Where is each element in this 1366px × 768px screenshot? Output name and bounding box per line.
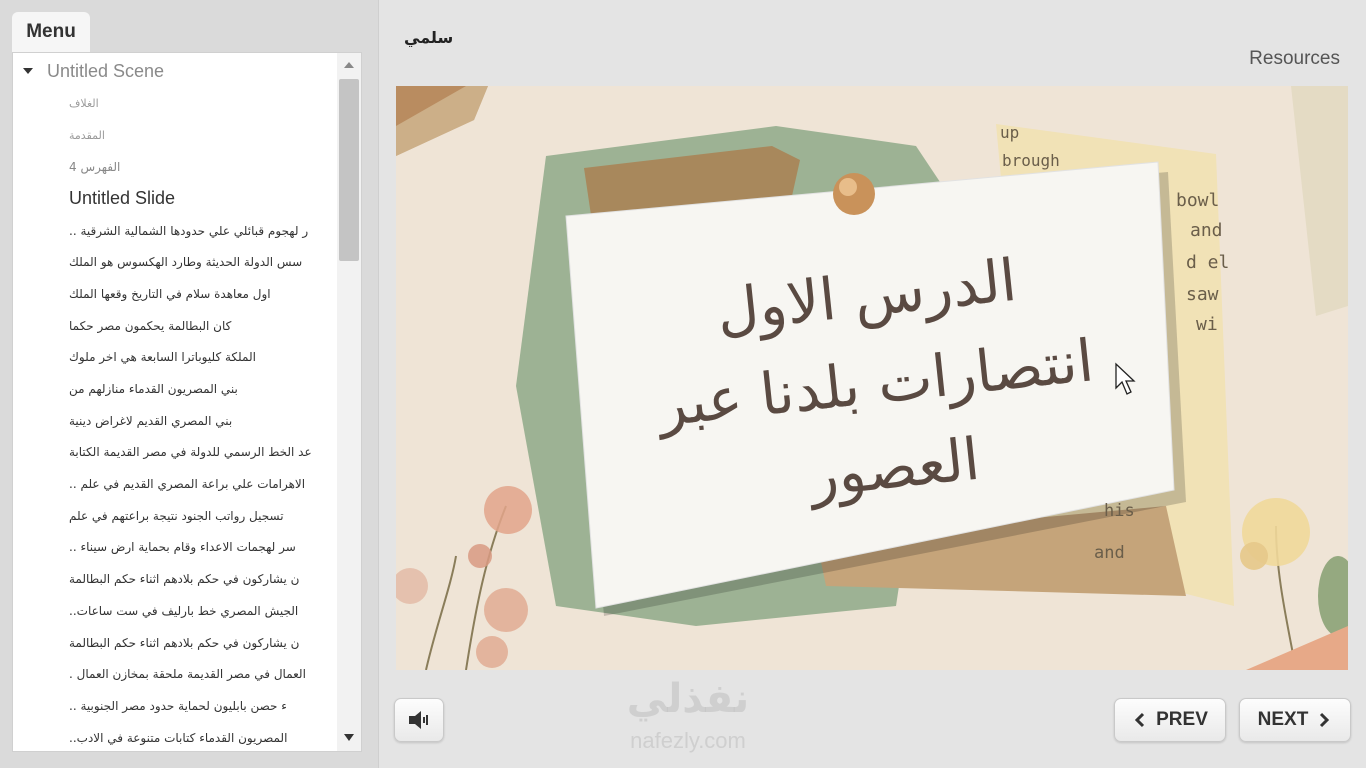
menu-scrollbar[interactable]	[337, 53, 361, 751]
slide-item[interactable]: . العمال في مصر القديمة ملحقة بمخازن الع…	[13, 658, 339, 690]
newsprint-word: brough	[1002, 151, 1060, 170]
scene-row[interactable]: Untitled Scene	[13, 59, 333, 83]
newsprint-word: and	[1094, 543, 1125, 563]
prev-button[interactable]: PREV	[1114, 698, 1226, 742]
slide-item[interactable]: .. ر لهجوم قبائلي علي حدودها الشمالية ال…	[13, 215, 339, 247]
pin-icon	[833, 173, 875, 215]
slide-item[interactable]: Untitled Slide	[13, 183, 339, 215]
newsprint-word: wi	[1196, 314, 1218, 335]
slide-item[interactable]: المقدمة	[13, 120, 339, 152]
slide-item[interactable]: بني المصري القديم لاغراض دينية	[13, 405, 339, 437]
next-label: NEXT	[1257, 709, 1309, 730]
next-button[interactable]: NEXT	[1239, 698, 1351, 742]
volume-button[interactable]	[394, 698, 444, 742]
slide-item[interactable]: .. الاهرامات علي براعة المصري القديم في …	[13, 468, 339, 500]
scene-label: Untitled Scene	[47, 60, 165, 81]
slide-artwork: up brough bowl and d el saw wi his and ا…	[396, 86, 1348, 670]
slide-item[interactable]: اول معاهدة سلام في التاريخ وقعها الملك	[13, 278, 339, 310]
watermark-url: nafezly.com	[630, 728, 746, 753]
slide-item[interactable]: ..المصريون القدماء كتابات متنوعة في الاد…	[13, 722, 339, 751]
newsprint-word: saw	[1186, 284, 1219, 305]
slide-item[interactable]: الملكة كليوباترا السابعة هي اخر ملوك	[13, 342, 339, 374]
slide-item[interactable]: تسجيل رواتب الجنود نتيجة براعتهم في علم	[13, 500, 339, 532]
slide-list: الغلاف المقدمة الفهرس 4 Untitled Slide .…	[13, 88, 339, 751]
slide-item[interactable]: كان البطالمة يحكمون مصر حكما	[13, 310, 339, 342]
resources-link[interactable]: Resources	[1249, 48, 1340, 70]
slide-item[interactable]: الفهرس 4	[13, 151, 339, 183]
caret-down-icon[interactable]	[23, 68, 33, 74]
scroll-down-icon[interactable]	[344, 734, 354, 741]
slide-item[interactable]: بني المصريون القدماء منازلهم من	[13, 373, 339, 405]
newsprint-word: up	[1000, 123, 1019, 142]
pin-highlight	[839, 178, 857, 196]
slide-item[interactable]: ن يشاركون في حكم بلادهم اثناء حكم البطال…	[13, 627, 339, 659]
scroll-thumb[interactable]	[339, 79, 359, 261]
chevron-right-icon	[1320, 712, 1330, 728]
slide-item[interactable]: الغلاف	[13, 88, 339, 120]
newsprint-word: and	[1190, 220, 1223, 241]
chevron-left-icon	[1135, 712, 1145, 728]
watermark-logo: نفذلي	[626, 676, 750, 722]
scroll-up-icon[interactable]	[344, 62, 354, 68]
menu-panel: Untitled Scene الغلاف المقدمة الفهرس 4 U…	[12, 52, 362, 752]
prev-label: PREV	[1156, 709, 1208, 730]
course-title: سلمي	[404, 28, 454, 47]
sidebar: Menu Untitled Scene الغلاف المقدمة الفهر…	[0, 0, 379, 768]
newsprint-word: bowl	[1176, 190, 1219, 211]
slide-item[interactable]: .. ء حصن بابليون لحماية حدود مصر الجنوبي…	[13, 690, 339, 722]
slide-item[interactable]: ..الجيش المصري خط بارليف في ست ساعات	[13, 595, 339, 627]
slide-item[interactable]: .. سر لهجمات الاعداء وقام بحماية ارض سين…	[13, 532, 339, 564]
slide-item[interactable]: عد الخط الرسمي للدولة في مصر القديمة الك…	[13, 437, 339, 469]
slide-item[interactable]: سس الدولة الحديثة وطارد الهكسوس هو الملك	[13, 246, 339, 278]
menu-tab[interactable]: Menu	[12, 12, 90, 52]
slide-item[interactable]: ن يشاركون في حكم بلادهم اثناء حكم البطال…	[13, 563, 339, 595]
newsprint-word: d el	[1186, 252, 1229, 273]
newsprint-word: his	[1104, 501, 1135, 521]
slide-stage: up brough bowl and d el saw wi his and ا…	[396, 86, 1348, 670]
speaker-icon	[409, 711, 428, 729]
